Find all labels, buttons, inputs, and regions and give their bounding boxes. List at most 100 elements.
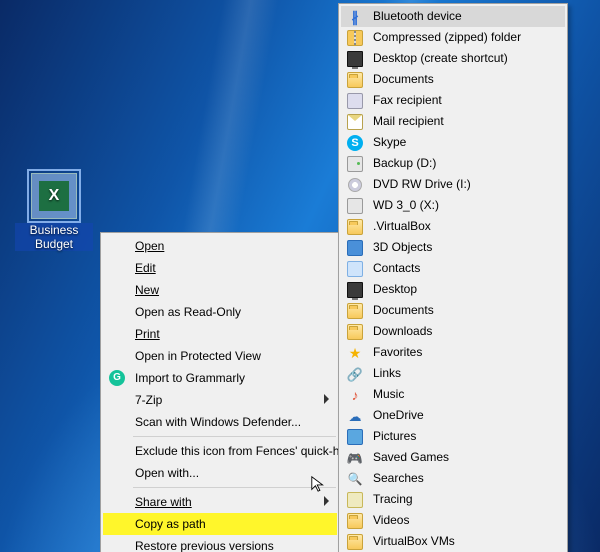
send-to-item-desktop-shortcut[interactable]: Desktop (create shortcut)	[341, 48, 565, 69]
ctx-import-grammarly[interactable]: G Import to Grammarly	[103, 367, 337, 389]
send-to-item-saved-games[interactable]: 🎮 Saved Games	[341, 447, 565, 468]
desktop-file-label: Business Budget	[15, 223, 93, 251]
tracing-icon	[347, 492, 363, 508]
ctx-restore-previous-label: Restore previous versions	[135, 539, 274, 552]
send-to-item-backup-d[interactable]: Backup (D:)	[341, 153, 565, 174]
send-to-item-label: Bluetooth device	[373, 9, 462, 23]
fax-icon	[347, 93, 363, 109]
grammarly-icon: G	[109, 370, 125, 386]
ctx-open-protected-label: Open in Protected View	[135, 349, 261, 363]
ctx-share-with-label: Share with	[135, 495, 192, 509]
send-to-item-label: Fax recipient	[373, 93, 442, 107]
ctx-exclude-fences-label: Exclude this icon from Fences' quick-hid…	[135, 444, 355, 458]
ctx-open-readonly-label: Open as Read-Only	[135, 305, 241, 319]
usb-drive-icon	[347, 198, 363, 214]
send-to-item-bluetooth[interactable]: ∦ Bluetooth device	[341, 6, 565, 27]
ctx-7zip-label: 7-Zip	[135, 393, 162, 407]
send-to-item-documents[interactable]: Documents	[341, 69, 565, 90]
ctx-print[interactable]: Print	[103, 323, 337, 345]
zip-icon	[347, 30, 363, 46]
send-to-item-label: Saved Games	[373, 450, 449, 464]
send-to-item-virtualbox-vms[interactable]: VirtualBox VMs	[341, 531, 565, 552]
send-to-item-label: Skype	[373, 135, 406, 149]
ctx-edit[interactable]: Edit	[103, 257, 337, 279]
send-to-item-skype[interactable]: S Skype	[341, 132, 565, 153]
skype-icon: S	[347, 135, 363, 151]
search-icon: 🔍	[347, 471, 363, 487]
ctx-import-grammarly-label: Import to Grammarly	[135, 371, 245, 385]
ctx-print-label: Print	[135, 327, 160, 341]
send-to-item-tracing[interactable]: Tracing	[341, 489, 565, 510]
context-menu: Open Edit New Open as Read-Only Print Op…	[100, 232, 340, 552]
send-to-item-label: OneDrive	[373, 408, 424, 422]
send-to-item-label: Videos	[373, 513, 409, 527]
send-to-item-dvd-rw[interactable]: DVD RW Drive (I:)	[341, 174, 565, 195]
ctx-new-label: New	[135, 283, 159, 297]
desktop[interactable]: X Business Budget Open Edit New Open as …	[0, 0, 600, 552]
ctx-7zip[interactable]: 7-Zip	[103, 389, 337, 411]
ctx-scan-defender-label: Scan with Windows Defender...	[135, 415, 301, 429]
folder-icon	[347, 72, 363, 88]
send-to-item-virtualbox-folder[interactable]: .VirtualBox	[341, 216, 565, 237]
folder-icon	[347, 303, 363, 319]
send-to-item-label: DVD RW Drive (I:)	[373, 177, 471, 191]
send-to-item-contacts[interactable]: Contacts	[341, 258, 565, 279]
pictures-icon	[347, 429, 363, 445]
send-to-item-label: VirtualBox VMs	[373, 534, 455, 548]
ctx-open-with[interactable]: Open with...	[103, 462, 337, 484]
send-to-item-links[interactable]: 🔗Links	[341, 363, 565, 384]
send-to-item-label: Documents	[373, 72, 434, 86]
send-to-item-favorites[interactable]: ★ Favorites	[341, 342, 565, 363]
ctx-restore-previous[interactable]: Restore previous versions	[103, 535, 337, 552]
link-icon: 🔗	[347, 366, 363, 382]
send-to-item-label: Tracing	[373, 492, 413, 506]
dvd-icon	[347, 177, 363, 193]
ctx-open-label: Open	[135, 239, 164, 253]
send-to-item-label: Contacts	[373, 261, 420, 275]
drive-icon	[347, 156, 363, 172]
send-to-item-3d-objects[interactable]: 3D Objects	[341, 237, 565, 258]
send-to-item-documents2[interactable]: Documents	[341, 300, 565, 321]
send-to-item-label: Favorites	[373, 345, 422, 359]
ctx-scan-defender[interactable]: Scan with Windows Defender...	[103, 411, 337, 433]
desktop-file-excel[interactable]: X Business Budget	[18, 173, 90, 251]
ctx-open-protected[interactable]: Open in Protected View	[103, 345, 337, 367]
ctx-new[interactable]: New	[103, 279, 337, 301]
bluetooth-icon: ∦	[347, 9, 363, 25]
send-to-item-label: Compressed (zipped) folder	[373, 30, 521, 44]
music-icon: ♪	[347, 387, 363, 403]
send-to-item-downloads[interactable]: Downloads	[341, 321, 565, 342]
ctx-open-readonly[interactable]: Open as Read-Only	[103, 301, 337, 323]
submenu-arrow-icon	[324, 394, 329, 404]
send-to-item-label: Mail recipient	[373, 114, 444, 128]
mail-icon	[347, 114, 363, 130]
send-to-item-pictures[interactable]: Pictures	[341, 426, 565, 447]
send-to-item-onedrive[interactable]: ☁ OneDrive	[341, 405, 565, 426]
star-icon: ★	[347, 345, 363, 361]
monitor-icon	[347, 51, 363, 67]
send-to-item-wd30[interactable]: WD 3_0 (X:)	[341, 195, 565, 216]
send-to-item-music[interactable]: ♪ Music	[341, 384, 565, 405]
send-to-item-searches[interactable]: 🔍Searches	[341, 468, 565, 489]
send-to-item-desktop[interactable]: Desktop	[341, 279, 565, 300]
ctx-open[interactable]: Open	[103, 235, 337, 257]
send-to-item-zipped[interactable]: Compressed (zipped) folder	[341, 27, 565, 48]
ctx-share-with[interactable]: Share with	[103, 491, 337, 513]
send-to-item-label: Music	[373, 387, 404, 401]
excel-file-icon: X	[31, 173, 77, 219]
send-to-item-videos[interactable]: Videos	[341, 510, 565, 531]
folder-icon	[347, 534, 363, 550]
cloud-icon: ☁	[347, 408, 363, 424]
send-to-item-mail[interactable]: Mail recipient	[341, 111, 565, 132]
send-to-item-label: Pictures	[373, 429, 416, 443]
send-to-item-label: Downloads	[373, 324, 432, 338]
submenu-arrow-icon	[324, 496, 329, 506]
ctx-copy-as-path[interactable]: Copy as path	[103, 513, 337, 535]
send-to-item-label: .VirtualBox	[373, 219, 431, 233]
send-to-item-label: WD 3_0 (X:)	[373, 198, 439, 212]
ctx-copy-as-path-label: Copy as path	[135, 517, 206, 531]
ctx-exclude-fences[interactable]: Exclude this icon from Fences' quick-hid…	[103, 440, 337, 462]
send-to-item-fax[interactable]: Fax recipient	[341, 90, 565, 111]
send-to-item-label: Desktop	[373, 282, 417, 296]
games-icon: 🎮	[347, 450, 363, 466]
